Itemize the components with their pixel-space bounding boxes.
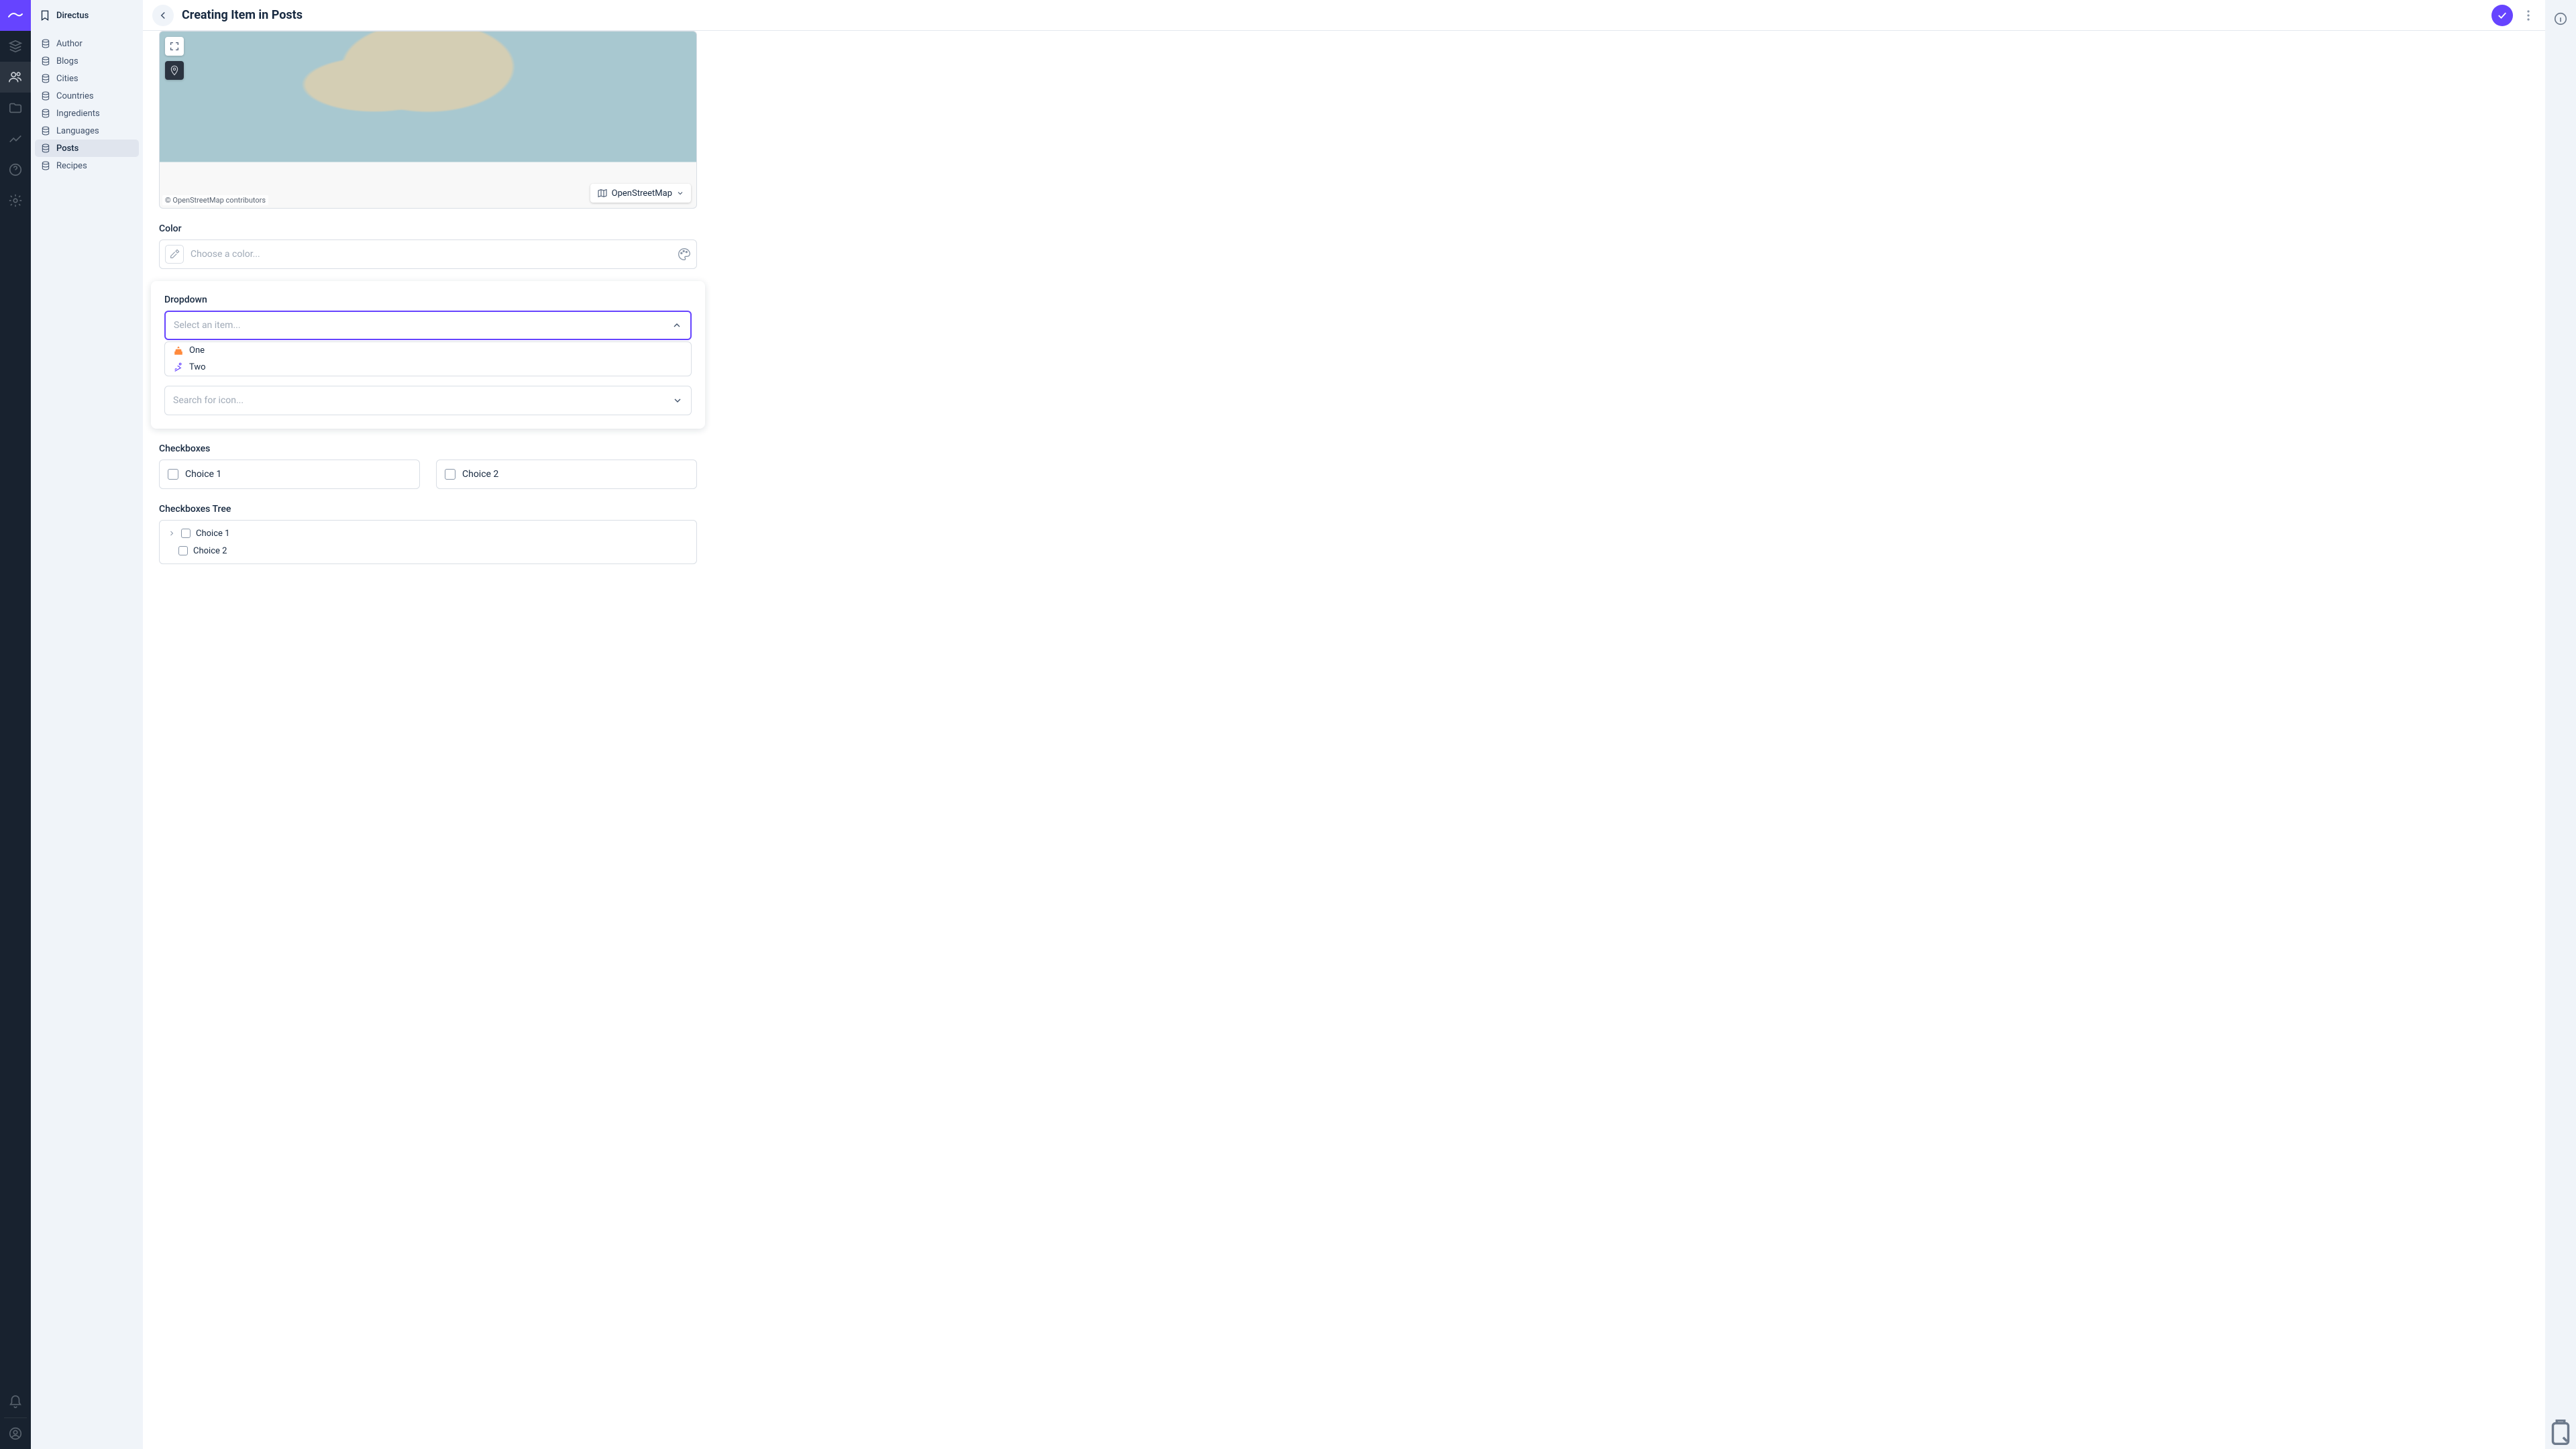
field-label-checkboxes-tree: Checkboxes Tree: [159, 504, 697, 515]
map-layer-selector[interactable]: OpenStreetMap: [590, 184, 691, 203]
checkbox-icon: [178, 546, 188, 555]
nav-item-blogs[interactable]: Blogs: [35, 52, 139, 70]
dropdown-option-label: Two: [189, 362, 206, 372]
nav-item-label: Recipes: [56, 161, 87, 171]
module-docs[interactable]: [0, 154, 31, 185]
module-rail: [0, 0, 31, 1449]
nav-item-label: Posts: [56, 144, 78, 154]
dropdown-option-two[interactable]: Two: [165, 359, 691, 376]
notifications-button[interactable]: [0, 1387, 31, 1417]
page-header: Creating Item in Posts: [143, 0, 2545, 31]
dropdown-option-label: One: [189, 345, 205, 356]
color-field[interactable]: Choose a color...: [159, 239, 697, 269]
module-insights[interactable]: [0, 123, 31, 154]
dropdown-toggle[interactable]: [672, 320, 682, 331]
checkbox-label: Choice 2: [462, 469, 498, 480]
nav-item-label: Cities: [56, 74, 78, 84]
nav-item-label: Blogs: [56, 56, 78, 66]
color-swatch[interactable]: [165, 245, 184, 264]
color-placeholder: Choose a color...: [191, 249, 671, 260]
chevron-up-icon: [672, 320, 682, 331]
back-button[interactable]: [152, 5, 174, 26]
checkbox-icon: [445, 469, 455, 480]
brand-name: Directus: [56, 11, 89, 21]
map-icon: [597, 188, 608, 199]
dropdown-section: Dropdown Select an item... One Two: [151, 281, 705, 429]
check-icon: [2496, 9, 2508, 21]
nav-item-label: Ingredients: [56, 109, 100, 119]
chevron-down-icon: [672, 395, 683, 406]
info-icon: [2553, 11, 2568, 26]
nav-item-countries[interactable]: Countries: [35, 87, 139, 105]
account-button[interactable]: [0, 1418, 31, 1449]
collection-sidebar: Directus Author Blogs Cities Countries I…: [31, 0, 143, 1449]
map-fullscreen-button[interactable]: [165, 37, 184, 56]
save-button[interactable]: [2491, 5, 2513, 26]
pin-icon: [169, 65, 180, 76]
nav-item-label: Languages: [56, 126, 99, 136]
arrow-left-icon: [157, 9, 169, 21]
eyedropper-icon: [169, 249, 180, 260]
dropdown-input[interactable]: Select an item...: [164, 311, 692, 340]
nav-item-languages[interactable]: Languages: [35, 122, 139, 140]
field-label-checkboxes: Checkboxes: [159, 443, 697, 454]
chevron-down-icon: [676, 189, 684, 197]
info-rail: [2545, 0, 2576, 1449]
nav-item-label: Author: [56, 39, 83, 49]
nav-item-label: Countries: [56, 91, 94, 101]
checkbox-choice-1[interactable]: Choice 1: [159, 460, 420, 489]
chevron-right-icon: [168, 529, 176, 537]
map-field[interactable]: OpenStreetMap © OpenStreetMap contributo…: [159, 31, 697, 209]
fullscreen-icon: [169, 41, 180, 52]
tree-item-label: Choice 1: [196, 529, 229, 539]
palette-icon: [678, 248, 691, 261]
nav-item-ingredients[interactable]: Ingredients: [35, 105, 139, 122]
tree-item-label: Choice 2: [193, 546, 227, 556]
field-label-dropdown: Dropdown: [164, 294, 692, 305]
activity-button[interactable]: [2545, 1418, 2576, 1449]
icon-search-input[interactable]: Search for icon...: [164, 386, 692, 415]
ski-icon: [173, 362, 184, 373]
palette-button[interactable]: [678, 248, 691, 261]
bookmark-icon: [39, 9, 51, 21]
module-settings[interactable]: [0, 185, 31, 216]
field-label-color: Color: [159, 223, 697, 234]
nav-item-author[interactable]: Author: [35, 35, 139, 52]
module-content[interactable]: [0, 31, 31, 62]
checkbox-icon: [168, 469, 178, 480]
brand-logo[interactable]: [0, 0, 31, 31]
tree-item-choice-2[interactable]: Choice 2: [160, 542, 696, 559]
tree-item-choice-1[interactable]: Choice 1: [160, 525, 696, 542]
cake-icon: [173, 345, 184, 356]
nav-item-recipes[interactable]: Recipes: [35, 157, 139, 174]
dropdown-menu: One Two: [164, 341, 692, 376]
sidebar-header: Directus: [31, 0, 143, 31]
checkbox-icon: [181, 529, 191, 538]
nav-item-cities[interactable]: Cities: [35, 70, 139, 87]
map-locate-button[interactable]: [165, 61, 184, 80]
nav-item-posts[interactable]: Posts: [35, 140, 139, 157]
dropdown-placeholder: Select an item...: [174, 320, 666, 331]
more-button[interactable]: [2521, 5, 2536, 26]
map-attribution: © OpenStreetMap contributors: [162, 195, 268, 205]
info-button[interactable]: [2545, 5, 2576, 32]
module-files[interactable]: [0, 93, 31, 123]
map-layer-label: OpenStreetMap: [612, 189, 672, 199]
icon-search-placeholder: Search for icon...: [173, 395, 672, 406]
checkbox-choice-2[interactable]: Choice 2: [436, 460, 697, 489]
dropdown-option-one[interactable]: One: [165, 342, 691, 359]
checkboxes-tree-field: Choice 1 Choice 2: [159, 520, 697, 564]
more-vertical-icon: [2527, 10, 2530, 21]
module-users[interactable]: [0, 62, 31, 93]
page-title: Creating Item in Posts: [182, 8, 303, 22]
checkbox-label: Choice 1: [185, 469, 221, 480]
clipboard-icon: [2545, 1418, 2576, 1449]
